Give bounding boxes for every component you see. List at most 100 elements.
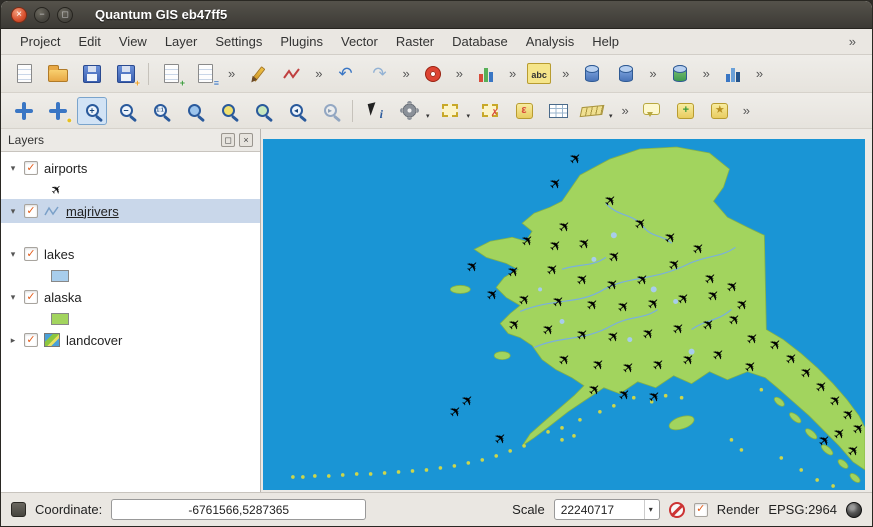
measure-line-icon[interactable] [577,97,607,125]
airport-marker: ✈ [639,324,659,344]
airport-marker: ✈ [645,387,665,407]
toolbar-overflow-icon[interactable]: » [697,66,716,81]
close-button[interactable]: × [11,7,27,23]
help-contents-icon[interactable] [418,60,448,88]
layer-label: majrivers [66,204,119,219]
map-tips-icon[interactable] [637,97,667,125]
postgis-manager-icon[interactable] [665,60,695,88]
toolbar-overflow-icon[interactable]: » [616,103,635,118]
layer-item-lakes[interactable]: ▾✓lakes [1,242,260,266]
zoom-next-icon[interactable]: ▸ [315,97,345,125]
layer-item-airports[interactable]: ▾✓airports [1,156,260,180]
coordinate-input[interactable] [111,499,366,520]
save-project-icon[interactable] [77,60,107,88]
select-features-icon[interactable] [435,97,465,125]
layer-checkbox[interactable]: ✓ [24,333,38,347]
layer-item-majrivers[interactable]: ▾ ✓ majrivers [1,199,260,223]
menu-analysis[interactable]: Analysis [517,30,583,53]
zoom-to-selection-icon[interactable] [213,97,243,125]
map-canvas[interactable]: ✈✈✈✈✈✈✈✈✈✈✈✈✈✈✈✈✈✈✈✈✈✈✈✈✈✈✈✈✈✈✈✈✈✈✈✈✈✈✈✈… [263,139,865,490]
collapse-icon[interactable]: ▾ [8,249,18,260]
menu-vector[interactable]: Vector [332,30,387,53]
identify-features-icon[interactable]: i [360,97,390,125]
pan-map-icon[interactable] [9,97,39,125]
layer-checkbox[interactable]: ✓ [24,247,38,261]
menu-help[interactable]: Help [583,30,628,53]
toolbar-overflow-icon[interactable]: » [450,66,469,81]
zoom-in-icon[interactable]: + [77,97,107,125]
layer-item-alaska[interactable]: ▾ ✓ alaska [1,285,260,309]
menu-edit[interactable]: Edit [69,30,109,53]
redo-icon[interactable]: ↷ [364,60,394,88]
menu-layer[interactable]: Layer [156,30,207,53]
menu-project[interactable]: Project [11,30,69,53]
minimize-button[interactable]: − [34,7,50,23]
capture-line-icon[interactable] [277,60,307,88]
save-project-as-icon[interactable]: + [111,60,141,88]
layer-checkbox[interactable]: ✓ [24,290,38,304]
toolbar-overflow-icon[interactable]: » [503,66,522,81]
crs-status: EPSG:2964 [768,502,837,517]
airport-markers: ✈✈✈✈✈✈✈✈✈✈✈✈✈✈✈✈✈✈✈✈✈✈✈✈✈✈✈✈✈✈✈✈✈✈✈✈✈✈✈✈… [263,139,865,490]
close-panel-icon[interactable]: × [239,133,253,147]
projection-icon[interactable] [846,502,862,518]
menu-view[interactable]: View [110,30,156,53]
menu-database[interactable]: Database [443,30,517,53]
undo-icon[interactable]: ↶ [330,60,360,88]
zoom-last-icon[interactable]: ◂ [281,97,311,125]
new-bookmark-icon[interactable]: + [671,97,701,125]
expand-icon[interactable]: ▸ [8,335,18,346]
run-feature-action-dropdown-icon[interactable]: ▾ [426,112,430,120]
maximize-button[interactable]: ◻ [57,7,73,23]
extent-toggle-icon[interactable] [11,502,26,517]
open-project-icon[interactable] [43,60,73,88]
toolbar-overflow-icon[interactable]: » [222,66,241,81]
open-attribute-table-icon[interactable] [543,97,573,125]
deselect-features-icon[interactable]: ✗ [475,97,505,125]
zoom-native-icon[interactable]: 1:1 [145,97,175,125]
float-panel-icon[interactable]: ◻ [221,133,235,147]
toolbar-overflow-icon[interactable]: » [750,66,769,81]
pan-to-selection-icon[interactable]: ● [43,97,73,125]
raster-histogram-icon[interactable] [471,60,501,88]
select-features-dropdown-icon[interactable]: ▾ [467,112,471,120]
collapse-icon[interactable]: ▾ [8,163,18,174]
menubar: ProjectEditViewLayerSettingsPluginsVecto… [1,29,872,55]
toolbar-overflow-icon[interactable]: » [396,66,415,81]
menu-raster[interactable]: Raster [387,30,443,53]
db-manager-icon[interactable] [577,60,607,88]
zoom-out-icon[interactable]: − [111,97,141,125]
layer-checkbox[interactable]: ✓ [24,161,38,175]
statistics-icon[interactable] [718,60,748,88]
layer-checkbox[interactable]: ✓ [24,204,38,218]
render-checkbox[interactable]: ✓ [694,503,708,517]
new-project-icon[interactable] [9,60,39,88]
stop-render-icon[interactable] [669,502,685,518]
toolbar-overflow-icon[interactable]: » [643,66,662,81]
layer-label: alaska [44,290,82,305]
run-feature-action-icon[interactable] [394,97,424,125]
scale-combobox[interactable]: 22240717 ▾ [554,499,660,520]
toolbar-overflow-icon[interactable]: » [556,66,575,81]
menu-settings[interactable]: Settings [206,30,271,53]
airport-marker: ✈ [812,377,832,397]
toggle-editing-icon[interactable] [243,60,273,88]
spatialite-manager-icon[interactable] [611,60,641,88]
collapse-icon[interactable]: ▾ [8,292,18,303]
new-print-composer-icon[interactable]: + [156,60,186,88]
composer-manager-icon[interactable]: ≡ [190,60,220,88]
layer-item-landcover[interactable]: ▸✓landcover [1,328,260,352]
toolbar-overflow-icon[interactable]: » [737,103,756,118]
collapse-icon[interactable]: ▾ [8,206,18,217]
zoom-to-layer-icon[interactable] [247,97,277,125]
labeling-icon[interactable]: abc [524,60,554,88]
zoom-full-icon[interactable] [179,97,209,125]
measure-line-dropdown-icon[interactable]: ▾ [609,112,613,120]
toolbar-overflow-icon[interactable]: » [309,66,328,81]
title-bar[interactable]: ×−◻ Quantum GIS eb47ff5 [1,1,872,29]
menubar-overflow-icon[interactable]: » [843,34,862,49]
menu-plugins[interactable]: Plugins [271,30,332,53]
open-field-calculator-icon[interactable]: ε [509,97,539,125]
scale-dropdown-icon[interactable]: ▾ [644,500,657,519]
show-bookmarks-icon[interactable]: ★ [705,97,735,125]
